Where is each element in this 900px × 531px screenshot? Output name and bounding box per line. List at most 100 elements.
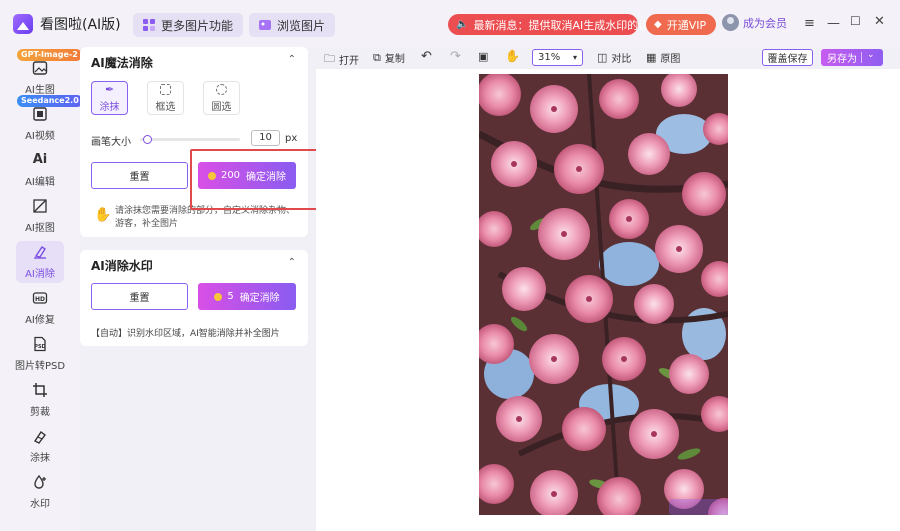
folder-icon: 🗀 — [324, 52, 335, 65]
save-cover-button[interactable]: 覆盖保存 — [762, 49, 813, 66]
crop-icon — [33, 383, 47, 397]
brush-size-unit: px — [285, 133, 298, 144]
news-text: 最新消息：提供取消AI生成水印的设置 — [473, 18, 661, 32]
grid-icon — [143, 19, 155, 31]
ai-edit-icon: Ai — [32, 152, 48, 167]
chevron-down-icon: ▾ — [572, 53, 577, 62]
member-label: 成为会员 — [743, 16, 787, 30]
browse-images-label: 浏览图片 — [277, 18, 326, 33]
watermark-reset-button[interactable]: 重置 — [91, 283, 188, 310]
app-logo-icon — [13, 13, 33, 34]
nav-item-label: 涂抹 — [30, 453, 50, 464]
tool-label: 框选 — [155, 101, 176, 113]
confirm-label: 确定消除 — [239, 293, 280, 304]
cutout-icon — [33, 199, 47, 213]
original-label: 原图 — [660, 54, 681, 65]
more-features-label: 更多图片功能 — [161, 18, 234, 33]
watermark-erase-panel: AI消除水印 ⌃ 重置 5 确定消除 【自动】识别水印区域，AI智能消除并补全图… — [80, 250, 308, 346]
close-icon[interactable]: ✕ — [874, 14, 885, 29]
video-icon — [33, 107, 47, 121]
nav-item-ai-image[interactable]: AI生图 — [16, 57, 64, 99]
brush-size-row: 画笔大小 — [91, 133, 131, 148]
nav-item-ai-erase[interactable]: AI消除 — [16, 241, 64, 283]
nav-item-crop[interactable]: 剪裁 — [16, 379, 64, 421]
compare-button[interactable]: ◫ 对比 — [597, 50, 631, 65]
save-as-label: 另存为 — [827, 54, 857, 65]
hd-icon: HD — [32, 292, 48, 304]
copy-icon: ⧉ — [373, 50, 381, 64]
vip-button[interactable]: ◆ 开通VIP — [646, 14, 716, 35]
nav-item-watermark[interactable]: 水印 — [16, 471, 64, 513]
menu-icon[interactable]: ≡ — [804, 16, 815, 31]
nav-item-smear[interactable]: 涂抹 — [16, 425, 64, 467]
confirm-cost: 5 — [227, 291, 234, 302]
avatar — [722, 14, 739, 31]
reset-button[interactable]: 重置 — [91, 162, 188, 189]
open-button[interactable]: 🗀 打开 — [324, 50, 359, 69]
open-label: 打开 — [339, 56, 359, 67]
svg-text:PSD: PSD — [34, 344, 45, 350]
tool-circle-select[interactable]: 圆选 — [203, 81, 240, 115]
save-as-button[interactable]: 另存为 ⌄ — [821, 49, 883, 66]
nav-item-label: AI编辑 — [25, 177, 55, 188]
nav-item-label: AI消除 — [25, 269, 55, 280]
photo-canvas[interactable] — [479, 74, 728, 515]
chevron-up-icon[interactable]: ⌃ — [288, 54, 296, 65]
image-icon — [32, 61, 48, 75]
fit-screen-icon[interactable]: ▣ — [478, 50, 488, 63]
nav-item-label: 图片转PSD — [14, 361, 66, 372]
nav-item-label: 水印 — [30, 499, 50, 510]
minimize-icon[interactable]: — — [827, 16, 840, 31]
nav-item-ai-edit[interactable]: Ai AI编辑 — [16, 149, 64, 191]
highlight-box — [190, 149, 332, 210]
watermark-erase-title: AI消除水印 — [91, 259, 153, 273]
nav-item-label: AI抠图 — [25, 223, 55, 234]
watermark-note: 【自动】识别水印区域，AI智能消除并补全图片 — [91, 329, 280, 339]
chevron-up-icon[interactable]: ⌃ — [288, 257, 296, 268]
copy-button[interactable]: ⧉ 复制 — [373, 50, 405, 66]
nav-item-label: AI生图 — [25, 85, 55, 96]
brush-size-input[interactable]: 10 — [251, 130, 280, 146]
eraser-icon — [34, 246, 46, 259]
tool-smear[interactable]: ✒ 涂抹 — [91, 81, 128, 115]
more-features-button[interactable]: 更多图片功能 — [133, 13, 244, 37]
rect-select-icon — [160, 83, 171, 95]
chevron-down-icon[interactable]: ⌄ — [867, 50, 875, 60]
brush-size-slider-knob[interactable] — [143, 135, 152, 144]
cherry-blossom-photo — [479, 74, 728, 515]
news-banner[interactable]: 🔈 最新消息：提供取消AI生成水印的设置 — [448, 14, 660, 35]
hand-tool-icon[interactable]: ✋ — [505, 49, 520, 63]
smear-icon — [33, 430, 46, 444]
brush-icon: ✒ — [105, 82, 115, 96]
watermark-confirm-button[interactable]: 5 确定消除 — [198, 283, 296, 310]
zoom-select[interactable]: 31% ▾ — [532, 49, 583, 66]
redo-icon[interactable]: ↷ — [450, 49, 461, 64]
member-entry[interactable]: 成为会员 — [722, 14, 787, 31]
save-as-divider — [861, 52, 862, 63]
tool-rect-select[interactable]: 框选 — [147, 81, 184, 115]
nav-item-ai-cutout[interactable]: AI抠图 — [16, 195, 64, 237]
nav-item-label: 剪裁 — [30, 407, 50, 418]
svg-text:HD: HD — [35, 296, 45, 303]
browse-images-button[interactable]: 浏览图片 — [249, 13, 336, 37]
tool-label: 涂抹 — [99, 101, 120, 113]
nav-item-ai-repair[interactable]: HD AI修复 — [16, 287, 64, 329]
maximize-icon[interactable]: ☐ — [850, 14, 861, 28]
magic-erase-title: AI魔法消除 — [91, 56, 153, 70]
nav-item-ai-video[interactable]: AI视频 — [16, 103, 64, 145]
nav-item-to-psd[interactable]: PSD 图片转PSD — [14, 333, 66, 375]
copy-label: 复制 — [384, 54, 405, 65]
picture-icon: ▦ — [646, 51, 657, 64]
compare-icon: ◫ — [597, 51, 608, 64]
undo-icon[interactable]: ↶ — [421, 49, 432, 64]
original-button[interactable]: ▦ 原图 — [646, 50, 680, 65]
vip-label: 开通VIP — [666, 18, 707, 32]
zoom-value: 31% — [538, 52, 561, 63]
left-nav: GPT-Image-2 AI生图 Seedance2.0 AI视频 Ai AI编… — [0, 47, 83, 531]
diamond-icon: ◆ — [654, 19, 662, 30]
brush-size-slider[interactable] — [140, 135, 240, 144]
speaker-icon: 🔈 — [456, 19, 469, 30]
nav-item-label: AI视频 — [25, 131, 55, 142]
brush-size-label: 画笔大小 — [91, 137, 131, 148]
circle-select-icon — [216, 83, 227, 95]
